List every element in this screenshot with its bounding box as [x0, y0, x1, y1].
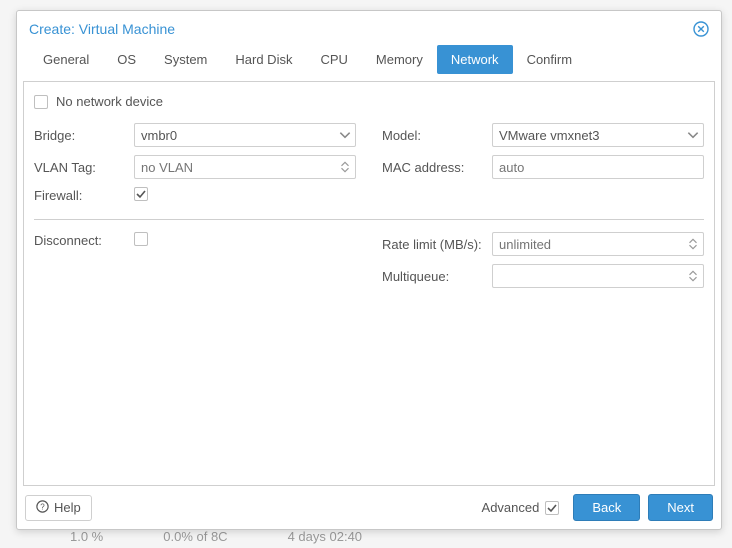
firewall-checkbox[interactable]: [134, 187, 148, 201]
help-label: Help: [54, 500, 81, 515]
form-grid-advanced: Disconnect: Rate limit (MB/s):: [34, 232, 704, 296]
tab-os[interactable]: OS: [103, 45, 150, 74]
help-icon: ?: [36, 500, 49, 516]
next-button[interactable]: Next: [648, 494, 713, 521]
no-network-checkbox[interactable]: [34, 95, 48, 109]
tab-network[interactable]: Network: [437, 45, 513, 74]
tab-system[interactable]: System: [150, 45, 221, 74]
form-grid-top: Bridge: VLAN Tag: Firewall:: [34, 123, 704, 211]
advanced-checkbox[interactable]: [545, 501, 559, 515]
advanced-toggle: Advanced: [482, 500, 560, 515]
bg-cores: 0.0% of 8C: [163, 529, 227, 544]
footer-right: Advanced Back Next: [482, 494, 713, 521]
mac-input[interactable]: [492, 155, 704, 179]
tab-cpu[interactable]: CPU: [306, 45, 361, 74]
advanced-label: Advanced: [482, 500, 540, 515]
help-button[interactable]: ? Help: [25, 495, 92, 521]
network-panel: No network device Bridge: VLAN Tag:: [23, 81, 715, 486]
divider: [34, 219, 704, 220]
tab-memory[interactable]: Memory: [362, 45, 437, 74]
tab-confirm[interactable]: Confirm: [513, 45, 587, 74]
bg-cpu: 1.0 %: [70, 529, 103, 544]
background-status: 1.0 % 0.0% of 8C 4 days 02:40: [70, 529, 362, 544]
close-icon[interactable]: [693, 21, 709, 37]
bridge-label: Bridge:: [34, 128, 134, 143]
create-vm-dialog: Create: Virtual Machine General OS Syste…: [16, 10, 722, 530]
rate-label: Rate limit (MB/s):: [382, 237, 492, 252]
multiqueue-label: Multiqueue:: [382, 269, 492, 284]
tab-hard-disk[interactable]: Hard Disk: [221, 45, 306, 74]
bridge-select[interactable]: [134, 123, 356, 147]
disconnect-checkbox[interactable]: [134, 232, 148, 246]
dialog-footer: ? Help Advanced Back Next: [17, 486, 721, 529]
no-network-label: No network device: [56, 94, 163, 109]
wizard-tabs: General OS System Hard Disk CPU Memory N…: [17, 45, 721, 75]
multiqueue-input[interactable]: [492, 264, 704, 288]
dialog-title: Create: Virtual Machine: [29, 21, 175, 37]
mac-label: MAC address:: [382, 160, 492, 175]
tab-general[interactable]: General: [29, 45, 103, 74]
firewall-label: Firewall:: [34, 188, 134, 203]
bg-uptime: 4 days 02:40: [288, 529, 362, 544]
vlan-label: VLAN Tag:: [34, 160, 134, 175]
model-label: Model:: [382, 128, 492, 143]
svg-text:?: ?: [40, 502, 45, 511]
disconnect-label: Disconnect:: [34, 233, 134, 248]
model-select[interactable]: [492, 123, 704, 147]
no-network-row: No network device: [34, 94, 704, 109]
dialog-header: Create: Virtual Machine: [17, 11, 721, 45]
rate-input[interactable]: [492, 232, 704, 256]
back-button[interactable]: Back: [573, 494, 640, 521]
vlan-input[interactable]: [134, 155, 356, 179]
